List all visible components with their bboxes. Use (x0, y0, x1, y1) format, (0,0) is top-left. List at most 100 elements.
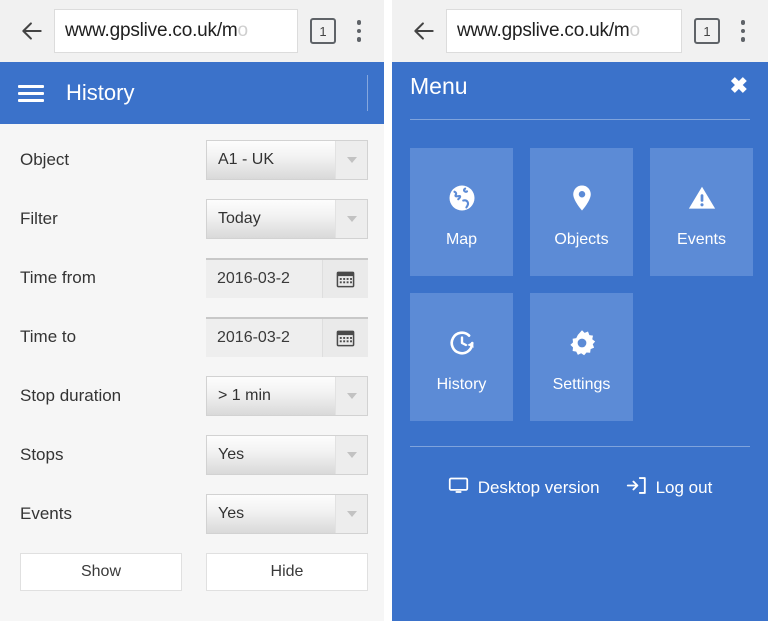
menu-tile-settings[interactable]: Settings (530, 293, 633, 421)
object-select[interactable]: A1 - UK (206, 140, 368, 180)
label-stop-duration: Stop duration (20, 386, 206, 406)
kebab-dot (741, 29, 746, 34)
back-arrow-icon[interactable] (404, 11, 444, 51)
hamburger-line (18, 99, 44, 102)
chevron-down-icon (335, 141, 367, 179)
hamburger-icon[interactable] (18, 85, 44, 102)
stops-select-value: Yes (207, 446, 244, 464)
kebab-dot (357, 20, 362, 25)
menu-footer: Desktop version Log out (392, 475, 768, 501)
time-to-input[interactable]: 2016-03-2 (206, 317, 368, 357)
events-select[interactable]: Yes (206, 494, 368, 534)
kebab-dot (741, 20, 746, 25)
left-phone-panel: www.gpslive.co.uk/mo 1 History Object (0, 0, 384, 621)
field-stop-duration: > 1 min (206, 376, 368, 416)
form-actions: Show Hide (0, 543, 384, 591)
back-arrow-icon[interactable] (12, 11, 52, 51)
chevron-down-icon (335, 495, 367, 533)
browser-chrome-left: www.gpslive.co.uk/mo 1 (0, 0, 384, 62)
kebab-dot (357, 29, 362, 34)
menu-tile-label: Map (446, 231, 477, 249)
show-button[interactable]: Show (20, 553, 182, 591)
menu-tile-events[interactable]: Events (650, 148, 753, 276)
menu-header: Menu ✖ (392, 62, 768, 110)
menu-tile-label: History (437, 376, 487, 394)
overflow-menu-icon[interactable] (346, 11, 372, 51)
form-row-stops: Stops Yes (20, 425, 368, 484)
field-filter: Today (206, 199, 368, 239)
menu-tile-label: Objects (554, 231, 608, 249)
kebab-dot (357, 37, 362, 42)
page-title: History (66, 80, 134, 106)
browser-chrome-right: www.gpslive.co.uk/mo 1 (392, 0, 768, 62)
hamburger-line (18, 92, 44, 95)
monitor-icon (448, 475, 469, 501)
menu-tile-history[interactable]: History (410, 293, 513, 421)
overflow-menu-icon[interactable] (730, 11, 756, 51)
desktop-version-link[interactable]: Desktop version (448, 475, 600, 501)
logout-link[interactable]: Log out (626, 475, 713, 501)
label-events: Events (20, 504, 206, 524)
time-from-value: 2016-03-2 (206, 270, 290, 288)
location-pin-icon (567, 175, 597, 221)
form-row-filter: Filter Today (20, 189, 368, 248)
url-text: www.gpslive.co.uk/mo (65, 20, 248, 42)
chevron-down-icon (335, 200, 367, 238)
object-select-value: A1 - UK (207, 151, 274, 169)
tab-count-value: 1 (703, 25, 710, 38)
stop-duration-select[interactable]: > 1 min (206, 376, 368, 416)
calendar-icon[interactable] (322, 319, 368, 357)
chevron-down-icon (335, 436, 367, 474)
url-bar-right[interactable]: www.gpslive.co.uk/mo (446, 9, 682, 53)
tab-count-icon[interactable]: 1 (694, 18, 720, 44)
field-object: A1 - UK (206, 140, 368, 180)
filter-select-value: Today (207, 210, 261, 228)
menu-tile-map[interactable]: Map (410, 148, 513, 276)
filter-select[interactable]: Today (206, 199, 368, 239)
right-phone-panel: www.gpslive.co.uk/mo 1 Menu ✖ (392, 0, 768, 621)
form-row-object: Object A1 - UK (20, 130, 368, 189)
label-object: Object (20, 150, 206, 170)
url-bar-left[interactable]: www.gpslive.co.uk/mo (54, 9, 298, 53)
globe-icon (447, 175, 477, 221)
label-filter: Filter (20, 209, 206, 229)
logout-icon (626, 475, 647, 501)
stop-duration-select-value: > 1 min (207, 387, 271, 405)
calendar-icon[interactable] (322, 260, 368, 298)
desktop-version-label: Desktop version (478, 478, 600, 498)
app-bar: History (0, 62, 384, 124)
close-icon[interactable]: ✖ (730, 75, 748, 97)
menu-title: Menu (410, 73, 468, 100)
kebab-dot (741, 37, 746, 42)
stops-select[interactable]: Yes (206, 435, 368, 475)
history-filter-form: Object A1 - UK Filter Today (0, 124, 384, 543)
gear-icon (567, 320, 597, 366)
panel-divider (384, 0, 392, 621)
menu-tile-label: Settings (553, 376, 611, 394)
screen: www.gpslive.co.uk/mo 1 History Object (0, 0, 768, 621)
warning-triangle-icon (687, 175, 717, 221)
form-row-time-to: Time to 2016-03-2 (20, 307, 368, 366)
hide-button[interactable]: Hide (206, 553, 368, 591)
field-time-from: 2016-03-2 (206, 258, 368, 298)
form-row-events: Events Yes (20, 484, 368, 543)
label-time-from: Time from (20, 268, 206, 288)
hamburger-line (18, 85, 44, 88)
url-text: www.gpslive.co.uk/mo (457, 20, 640, 42)
menu-tile-objects[interactable]: Objects (530, 148, 633, 276)
history-clock-icon (447, 320, 477, 366)
label-stops: Stops (20, 445, 206, 465)
app-bar-divider (367, 75, 368, 111)
events-select-value: Yes (207, 505, 244, 523)
tab-count-value: 1 (319, 25, 326, 38)
chevron-down-icon (335, 377, 367, 415)
field-events: Yes (206, 494, 368, 534)
tab-count-icon[interactable]: 1 (310, 18, 336, 44)
menu-footer-divider (410, 446, 750, 447)
form-row-time-from: Time from 2016-03-2 (20, 248, 368, 307)
menu-tile-label: Events (677, 231, 726, 249)
field-stops: Yes (206, 435, 368, 475)
form-row-stop-duration: Stop duration > 1 min (20, 366, 368, 425)
logout-label: Log out (656, 478, 713, 498)
time-from-input[interactable]: 2016-03-2 (206, 258, 368, 298)
